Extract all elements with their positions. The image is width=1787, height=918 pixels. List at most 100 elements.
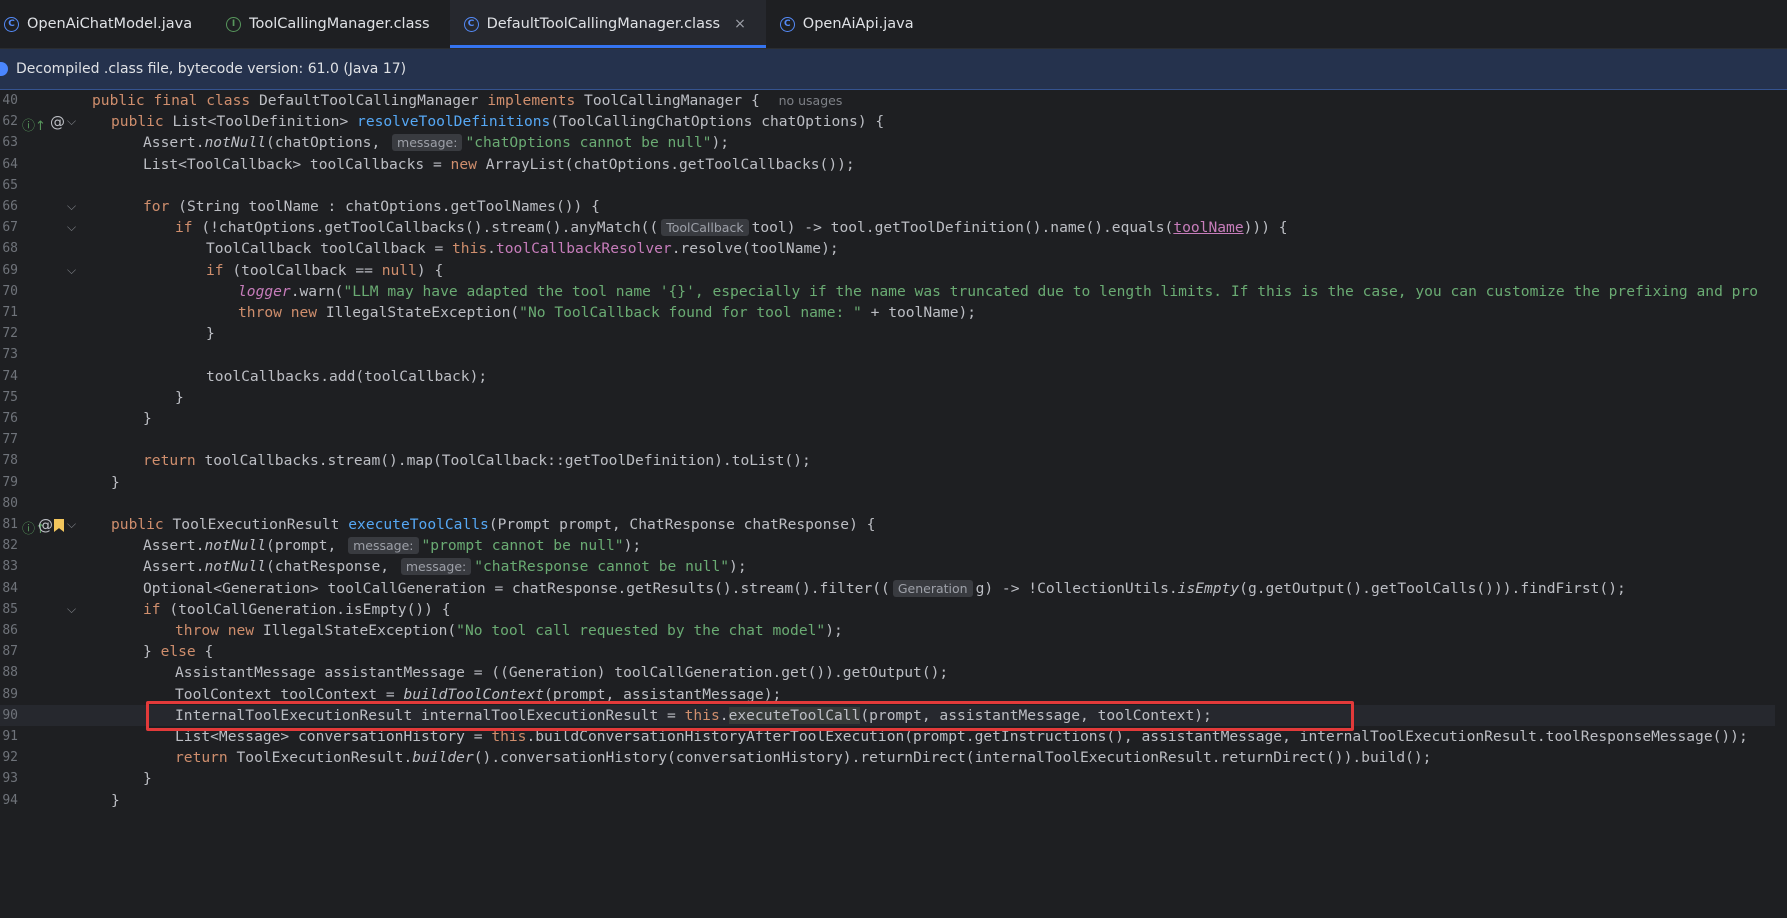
tab-default-tool-calling-manager[interactable]: C DefaultToolCallingManager.class × [449,0,767,48]
line-number: 91 [2,729,18,744]
code-text: public List<ToolDefinition> resolveToolD… [111,113,885,130]
line-number: 93 [2,771,18,786]
code-text: } [111,792,120,809]
line-number: 80 [2,496,18,511]
code-line: 70 logger.warn("LLM may have adapted the… [0,281,1787,302]
line-number: 65 [2,178,18,193]
code-text: if (toolCallback == null) { [206,262,444,279]
line-number: 79 [2,475,18,490]
code-text: Assert.notNull(chatResponse, message: "ch… [143,558,747,575]
line-number: 76 [2,411,18,426]
code-line: 92 return ToolExecutionResult.builder().… [0,747,1787,768]
tab-label: OpenAiApi.java [802,16,914,32]
tab-openai-chat-model[interactable]: C OpenAiChatModel.java [0,0,212,48]
code-line: 75 } [0,387,1787,408]
code-text: toolCallbacks.add(toolCallback); [206,368,488,385]
code-line: 83 Assert.notNull(chatResponse, message:… [0,556,1787,577]
code-line: 79 } [0,472,1787,493]
fold-chevron-icon[interactable]: ⌵ [67,602,76,617]
code-text: Assert.notNull(prompt, message: "prompt c… [143,537,642,554]
line-number: 85 [2,602,18,617]
code-line: 81 ⓘ↑ @ ⌵ public ToolExecutionResult exe… [0,514,1787,537]
override-icon[interactable]: @ [38,516,53,534]
code-editor[interactable]: 40 public final class DefaultToolCalling… [0,90,1787,918]
fold-chevron-icon[interactable]: ⌵ [67,199,76,214]
code-line: 76 } [0,408,1787,429]
code-line: 67 ⌵ if (!chatOptions.getToolCallbacks()… [0,217,1787,238]
tab-label: OpenAiChatModel.java [27,16,193,32]
type-hint: Generation [892,580,973,597]
code-line: 66 ⌵ for (String toolName : chatOptions.… [0,196,1787,217]
code-line: 87 } else { [0,641,1787,662]
param-hint: message: [400,558,472,575]
code-text: InternalToolExecutionResult internalTool… [175,707,1212,724]
code-text: return toolCallbacks.stream().map(ToolCa… [143,452,811,469]
code-text: if (!chatOptions.getToolCallbacks().stre… [175,219,1288,236]
fold-chevron-icon[interactable]: ⌵ [67,517,76,532]
decompiled-banner: Decompiled .class file, bytecode version… [0,49,1787,90]
code-text: throw new IllegalStateException("No Tool… [238,304,977,321]
code-line: 84 Optional<Generation> toolCallGenerati… [0,578,1787,599]
code-line: 63 Assert.notNull(chatOptions, message: "… [0,132,1787,153]
code-text: for (String toolName : chatOptions.getTo… [143,198,600,215]
close-icon[interactable]: × [734,16,746,32]
code-text: List<Message> conversationHistory = this… [175,728,1748,745]
info-icon [0,62,8,76]
code-line-current: 90 InternalToolExecutionResult internalT… [0,705,1787,726]
line-number: 74 [2,369,18,384]
fold-chevron-icon[interactable]: ⌵ [67,114,76,129]
code-text: Assert.notNull(chatOptions, message: "cha… [143,134,730,151]
code-line: 77 [0,429,1787,450]
line-number: 73 [2,347,18,362]
line-number: 83 [2,559,18,574]
code-text: ToolCallback toolCallback = this.toolCal… [206,240,839,257]
code-line: 80 [0,493,1787,514]
code-text: Optional<Generation> toolCallGeneration … [143,580,1626,597]
banner-text: Decompiled .class file, bytecode version… [16,61,407,77]
override-icon[interactable]: @ [50,113,65,131]
fold-chevron-icon[interactable]: ⌵ [67,263,76,278]
code-text: List<ToolCallback> toolCallbacks = new A… [143,156,855,173]
tab-label: ToolCallingManager.class [249,16,430,32]
code-line: 78 return toolCallbacks.stream().map(Too… [0,450,1787,471]
line-number: 66 [2,199,18,214]
line-number: 81 [2,517,18,532]
class-icon: C [779,16,795,32]
code-line: 40 public final class DefaultToolCalling… [0,90,1787,111]
bookmark-icon[interactable] [54,519,64,532]
line-number: 67 [2,220,18,235]
class-icon: C [4,16,19,32]
param-hint: message: [392,134,463,151]
line-number: 94 [2,793,18,808]
code-text: if (toolCallGeneration.isEmpty()) { [143,601,451,618]
code-text: } [143,410,152,427]
line-number: 70 [2,284,18,299]
line-number: 90 [2,708,18,723]
interface-icon: I [226,16,242,32]
code-text: } [206,325,215,342]
tab-openai-api[interactable]: C OpenAiApi.java [766,0,934,48]
line-number: 87 [2,644,18,659]
code-line: 94 } [0,790,1787,811]
line-number: 84 [2,581,18,596]
tab-label: DefaultToolCallingManager.class [486,16,721,32]
vertical-scrollbar[interactable] [1775,90,1787,918]
code-line: 91 List<Message> conversationHistory = t… [0,726,1787,747]
param-hint: message: [348,537,419,554]
code-text: } else { [143,643,214,660]
code-text: public ToolExecutionResult executeToolCa… [111,516,876,533]
code-line: 86 throw new IllegalStateException("No t… [0,620,1787,641]
line-number: 72 [2,326,18,341]
line-number: 86 [2,623,18,638]
line-number: 78 [2,453,18,468]
code-line: 62 ⓘ↑ @ ⌵ public List<ToolDefinition> re… [0,111,1787,134]
line-number: 69 [2,263,18,278]
code-text: ToolContext toolContext = buildToolConte… [175,686,782,703]
line-number: 77 [2,432,18,447]
code-line: 82 Assert.notNull(prompt, message: "promp… [0,535,1787,556]
tab-tool-calling-manager[interactable]: I ToolCallingManager.class [212,0,450,48]
usages-hint[interactable]: no usages [779,93,843,108]
fold-chevron-icon[interactable]: ⌵ [67,220,76,235]
line-number: 68 [2,241,18,256]
code-line: 64 List<ToolCallback> toolCallbacks = ne… [0,154,1787,175]
